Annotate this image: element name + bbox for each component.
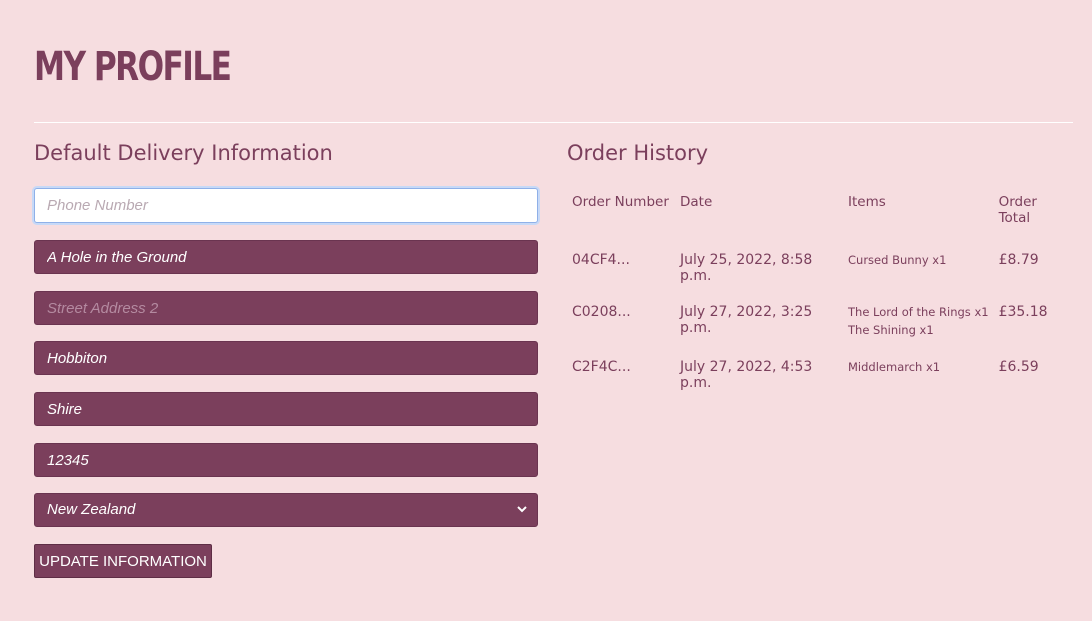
chevron-down-icon [517, 506, 527, 513]
order-item: Middlemarch x1 [848, 360, 941, 374]
order-total: £8.79 [998, 252, 1039, 268]
order-total: £35.18 [998, 304, 1048, 320]
order-item: The Lord of the Rings x1 [848, 305, 989, 319]
order-items: Cursed Bunny x1 [843, 242, 994, 294]
order-number-link[interactable]: C0208... [567, 294, 675, 349]
phone-number-input[interactable] [34, 188, 538, 223]
street-address-2-input[interactable] [34, 291, 538, 325]
order-date: July 25, 2022, 8:58 p.m. [680, 252, 813, 284]
table-row: 04CF4... July 25, 2022, 8:58 p.m. Cursed… [567, 242, 1073, 294]
delivery-section-title: Default Delivery Information [34, 141, 333, 165]
divider [34, 122, 1073, 123]
order-total: £6.59 [998, 359, 1039, 375]
order-number-link[interactable]: 04CF4... [567, 242, 675, 294]
header-items: Items [848, 194, 886, 210]
town-city-input[interactable] [34, 341, 538, 375]
header-order-total: Order Total [998, 194, 1037, 226]
update-information-button[interactable]: Update Information [34, 544, 212, 578]
order-history-title: Order History [567, 141, 709, 165]
table-header-row: Order Number Date Items Order Total [567, 186, 1073, 242]
order-history-table: Order Number Date Items Order Total 04CF… [567, 186, 1073, 401]
order-history-table-wrapper: Order Number Date Items Order Total 04CF… [567, 186, 1073, 401]
street-address-1-input[interactable] [34, 240, 538, 274]
county-input[interactable] [34, 392, 538, 426]
order-date: July 27, 2022, 4:53 p.m. [680, 359, 813, 391]
order-item: Cursed Bunny x1 [848, 253, 947, 267]
order-date: July 27, 2022, 3:25 p.m. [680, 304, 813, 336]
header-date: Date [680, 194, 713, 210]
order-items: Middlemarch x1 [843, 349, 994, 401]
country-select[interactable]: New Zealand [34, 493, 538, 527]
order-items: The Lord of the Rings x1 The Shining x1 [843, 294, 994, 349]
postcode-input[interactable] [34, 443, 538, 477]
page-title: My Profile [34, 44, 232, 90]
country-select-wrapper: New Zealand [34, 493, 538, 527]
table-row: C2F4C... July 27, 2022, 4:53 p.m. Middle… [567, 349, 1073, 401]
order-item: The Shining x1 [848, 323, 934, 337]
header-order-number: Order Number [572, 194, 669, 210]
order-number-link[interactable]: C2F4C... [567, 349, 675, 401]
table-row: C0208... July 27, 2022, 3:25 p.m. The Lo… [567, 294, 1073, 349]
